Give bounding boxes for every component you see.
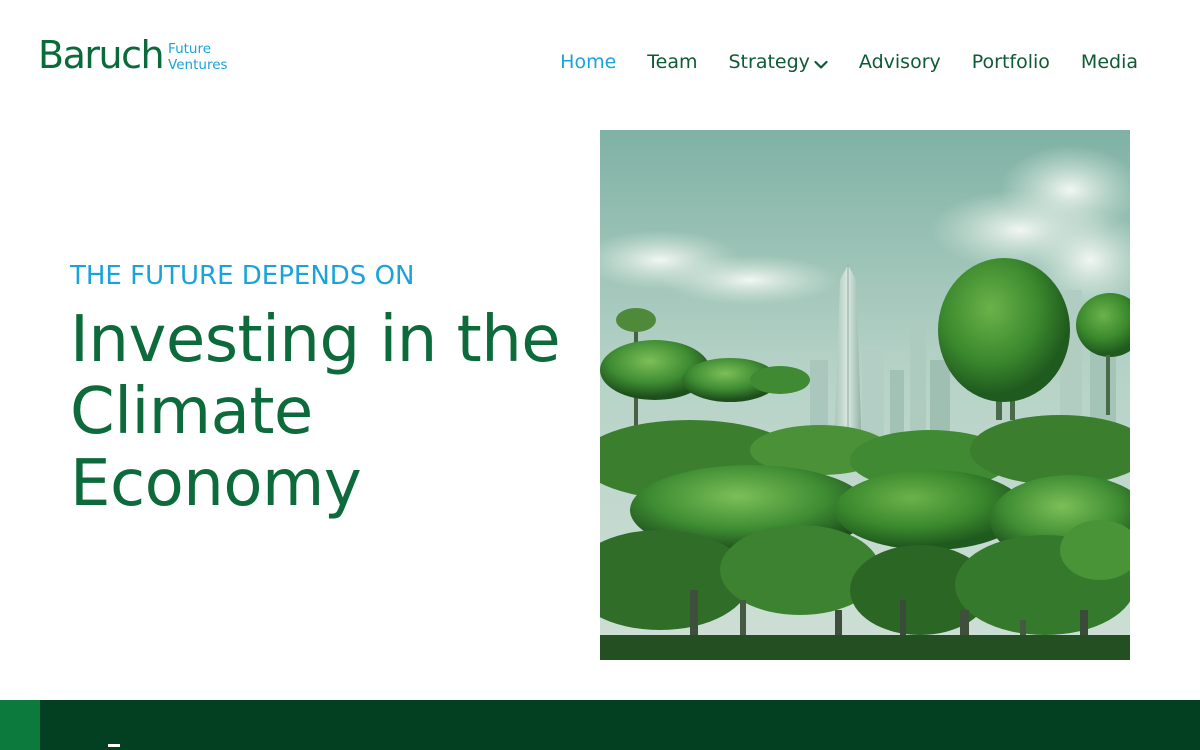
bottom-band: [0, 700, 1200, 750]
band-accent-strip: [0, 700, 40, 750]
brand-logo[interactable]: Baruch Future Ventures: [38, 36, 228, 76]
hero-eyebrow: THE FUTURE DEPENDS ON: [70, 261, 415, 291]
page: Baruch Future Ventures Home Team Strateg…: [0, 0, 1200, 750]
nav-item-media[interactable]: Media: [1081, 48, 1138, 76]
brand-subtitle-line-2: Ventures: [168, 57, 228, 73]
nav-item-label: Home: [560, 51, 617, 73]
hero-title: Investing in the Climate Economy: [70, 304, 590, 520]
band-partial-glyph: [108, 744, 120, 750]
nav-item-label: Strategy: [728, 51, 810, 73]
nav-item-label: Portfolio: [971, 51, 1050, 73]
nav-item-portfolio[interactable]: Portfolio: [972, 48, 1050, 76]
brand-subtitle-line-1: Future: [168, 41, 212, 57]
hero-title-line-1: Investing in the: [70, 303, 561, 377]
brand-subtitle: Future Ventures: [168, 41, 228, 73]
nav-item-home[interactable]: Home: [560, 48, 616, 76]
hero-text: THE FUTURE DEPENDS ON Investing in the C…: [70, 258, 590, 520]
nav-item-label: Advisory: [858, 51, 941, 73]
nav-item-advisory[interactable]: Advisory: [859, 48, 941, 76]
nav-item-strategy[interactable]: Strategy: [729, 46, 828, 78]
nav-item-team[interactable]: Team: [647, 48, 697, 76]
hero-title-line-2: Climate: [70, 375, 313, 449]
chevron-down-icon: [814, 50, 828, 78]
nav-item-label: Team: [647, 51, 698, 73]
brand-name: Baruch: [38, 33, 165, 77]
main-nav: Home Team Strategy Advisory Portfolio Me…: [560, 46, 1138, 78]
site-header: Baruch Future Ventures Home Team Strateg…: [0, 0, 1200, 120]
nav-item-label: Media: [1080, 51, 1138, 73]
hero-title-line-3: Economy: [70, 447, 362, 521]
green-city-forest-image: [600, 130, 1130, 660]
